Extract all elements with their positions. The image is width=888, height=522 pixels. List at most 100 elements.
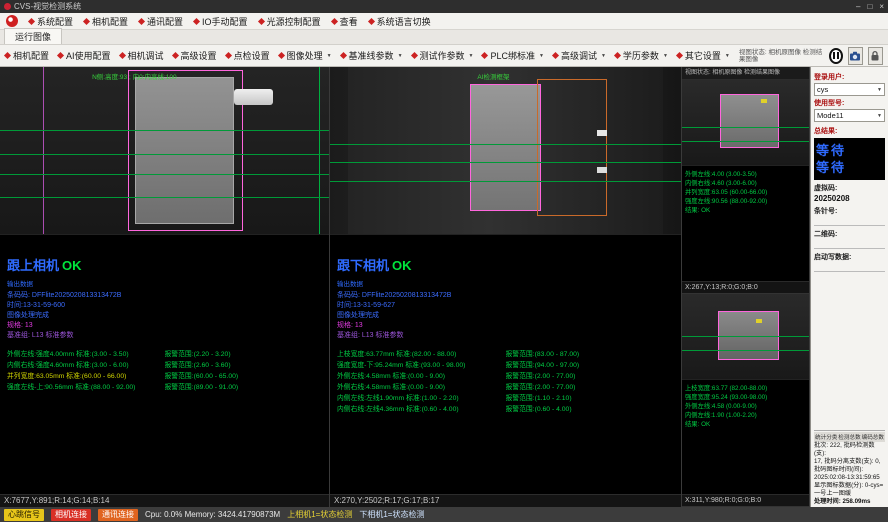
titlebar-left: CVS-视觉检测系统 xyxy=(4,1,81,12)
toolbar-label: 基准线参数 xyxy=(349,49,394,62)
measurement-row: 内侧右线:左线4.36mm 标准:(0.60 - 4.00)报警范围:(0.60… xyxy=(337,404,674,415)
camera-view-lower[interactable]: AI检测框架 跟下相机OK 输出数据 条码码: DFFlite202502081… xyxy=(330,67,682,507)
spec-detail-line: 基准组: L13 标准参数 xyxy=(337,331,674,341)
menu-item-language-switch[interactable]: 系统语言切换 xyxy=(369,15,431,28)
camera-result-title-row: 跟上相机OK xyxy=(7,255,322,274)
toolbar-baseline-params[interactable]: 基准线参数 ▼ xyxy=(341,49,403,62)
alarm-range: 报警范围:(2.00 - 77.00) xyxy=(506,371,576,382)
measurement-value: 外侧左线:强度4.00mm 标准:(3.00 - 3.50) xyxy=(7,349,165,360)
toolbar-test-params[interactable]: 测试作参数▼ xyxy=(412,49,474,62)
thumbnail-upper[interactable]: 外侧左线:4.00 (3.00-3.50) 内侧右线:4.60 (3.00-6.… xyxy=(682,80,809,294)
measurement-value: 外侧左线:4.58mm 标准:(0.00 - 9.00) xyxy=(337,371,506,382)
total-result-display: 等待 等待 xyxy=(814,138,885,180)
chevron-down-icon: ▼ xyxy=(469,53,474,59)
thumbnail-text-lower: 上枝宽度:63.77 (82.00-88.00) 强度宽度:95.24 (93.… xyxy=(682,380,809,495)
menu-label: 光源控制配置 xyxy=(267,15,321,28)
minimize-button[interactable]: – xyxy=(856,1,860,12)
green-guideline xyxy=(0,154,329,155)
output-data-label: 输出数据 xyxy=(337,278,674,288)
write-data-field[interactable] xyxy=(814,263,885,272)
menu-item-io-manual-config[interactable]: IO手动配置 xyxy=(194,15,248,28)
needle-number-label: 条针号: xyxy=(814,206,885,216)
toolbar-ai-config[interactable]: AI使用配置 xyxy=(58,49,111,62)
menu-item-system-config[interactable]: 系统配置 xyxy=(29,15,73,28)
output-data-label: 输出数据 xyxy=(7,278,322,288)
barcode-line: 条码码: DFFlite2025020813313472B xyxy=(337,291,674,301)
diamond-icon xyxy=(410,52,417,59)
measurement-row: 外侧左线:强度4.00mm 标准:(3.00 - 3.50)报警范围:(2.20… xyxy=(7,349,322,360)
lock-settings-button[interactable] xyxy=(868,47,883,65)
menu-item-light-control-config[interactable]: 光源控制配置 xyxy=(259,15,321,28)
toolbar-spot-check[interactable]: 点检设置 xyxy=(226,49,270,62)
login-user-select[interactable]: cys ▼ xyxy=(814,83,885,96)
toolbar-image-processing[interactable]: 图像处理▼ xyxy=(279,49,332,62)
camera-image-upper[interactable]: N侧:高度:93 ; 内0:内高线:100 xyxy=(0,67,329,235)
toolbar-label: 高级设置 xyxy=(181,49,217,62)
model-select[interactable]: Mode11▼ xyxy=(814,109,885,122)
bright-spot xyxy=(597,167,607,173)
toolbar-camera-config[interactable]: 相机配置 xyxy=(5,49,49,62)
toolbar-other-settings[interactable]: 其它设置▼ xyxy=(677,49,730,62)
toolbar-label: 相机配置 xyxy=(13,49,49,62)
toolbar-camera-debug[interactable]: 相机调试 xyxy=(120,49,164,62)
alarm-range: 报警范围:(2.20 - 3.20) xyxy=(165,349,231,360)
menu-label: 相机配置 xyxy=(92,15,128,28)
close-button[interactable]: × xyxy=(879,1,884,12)
measurement-row: 内侧左线:左线1.90mm 标准:(1.00 - 2.20)报警范围:(1.10… xyxy=(337,393,674,404)
time-line: 时间:13-31-59-600 xyxy=(7,301,322,311)
green-guideline xyxy=(682,141,809,142)
qr-code-label: 二维码: xyxy=(814,229,885,239)
toolbar-advanced-settings[interactable]: 高级设置 xyxy=(173,49,217,62)
diamond-icon xyxy=(331,17,338,24)
menubar: 系统配置 相机配置 通讯配置 IO手动配置 光源控制配置 查看 系统语言切换 xyxy=(0,13,888,30)
measure-overlay-label: N侧:高度:93 ; 内0:内高线:100 xyxy=(92,71,177,81)
qr-code-field[interactable] xyxy=(814,240,885,249)
menu-item-comm-config[interactable]: 通讯配置 xyxy=(139,15,183,28)
probe-cylinder xyxy=(234,89,273,106)
magenta-guideline xyxy=(43,67,44,234)
menu-item-camera-config[interactable]: 相机配置 xyxy=(84,15,128,28)
write-data-label: 启动写数据: xyxy=(814,252,885,262)
diamond-icon xyxy=(258,17,265,24)
stats-line: 2025:02:08-13:31:59:65 xyxy=(814,474,885,482)
menu-item-view[interactable]: 查看 xyxy=(332,15,358,28)
toolbar-history-params[interactable]: 学历参数▼ xyxy=(615,49,668,62)
pause-icon xyxy=(833,52,835,59)
window-title: CVS-视觉检测系统 xyxy=(14,1,81,12)
measurement-value: 内侧左线:左线1.90mm 标准:(1.00 - 2.20) xyxy=(337,393,506,404)
alarm-range: 报警范围:(2.00 - 77.00) xyxy=(506,382,576,393)
thumbnail-lower[interactable]: 上枝宽度:63.77 (82.00-88.00) 强度宽度:95.24 (93.… xyxy=(682,294,809,508)
chevron-down-icon: ▼ xyxy=(398,53,403,59)
needle-number-field[interactable] xyxy=(814,217,885,226)
toolbar-advanced-debug[interactable]: 高级调试▼ xyxy=(553,49,606,62)
status-line: 图像处理完成 xyxy=(7,311,322,321)
measurement-value: 强度左线-上:90.56mm 标准:(88.00 - 92.00) xyxy=(7,382,165,393)
camera-view-upper[interactable]: N侧:高度:93 ; 内0:内高线:100 跟上相机OK 输出数据 条码码: D… xyxy=(0,67,330,507)
pause-button[interactable] xyxy=(829,48,843,64)
tab-run-image[interactable]: 运行图像 xyxy=(4,28,62,44)
maximize-button[interactable]: □ xyxy=(867,1,872,12)
thumbnail-image-upper[interactable] xyxy=(682,80,809,166)
stats-line: 显示图标数据(分): 0-cys=一号上一图缓 xyxy=(814,482,885,498)
toolbar-plc-standard[interactable]: PLC绑标准▼ xyxy=(482,49,543,62)
toolbar: 相机配置 AI使用配置 相机调试 高级设置 点检设置 图像处理▼ 基准线参数▼ … xyxy=(0,45,888,67)
stats-line: 批码图标时间(间): xyxy=(814,466,885,474)
toolbar-label: AI使用配置 xyxy=(66,49,111,62)
camera-snapshot-button[interactable] xyxy=(848,47,863,65)
thumb-line: 内侧右线:4.60 (3.00-6.00) xyxy=(685,179,806,188)
lock-icon xyxy=(869,50,881,62)
login-user-value: cys xyxy=(817,85,828,94)
measurement-row: 强度左线-上:90.56mm 标准:(88.00 - 92.00)报警范围:(8… xyxy=(7,382,322,393)
alarm-range: 报警范围:(89.00 - 91.00) xyxy=(165,382,239,393)
chevron-down-icon: ▼ xyxy=(877,87,882,93)
chevron-down-icon: ▼ xyxy=(877,113,882,119)
chevron-down-icon: ▼ xyxy=(601,53,606,59)
thumbnail-image-lower[interactable] xyxy=(682,294,809,380)
spacer xyxy=(337,341,674,349)
thumb-line: 并列宽度:63.05 (60.00-66.00) xyxy=(685,188,806,197)
toolbar-right: 视图状态: 相机原图像 检测结果图像 xyxy=(739,47,883,65)
menu-label: 系统语言切换 xyxy=(377,15,431,28)
camera-image-lower[interactable]: AI检测框架 xyxy=(330,67,681,235)
alarm-range: 报警范围:(83.00 - 87.00) xyxy=(506,349,580,360)
barcode-line: 条码码: DFFlite2025020813313472B xyxy=(7,291,322,301)
